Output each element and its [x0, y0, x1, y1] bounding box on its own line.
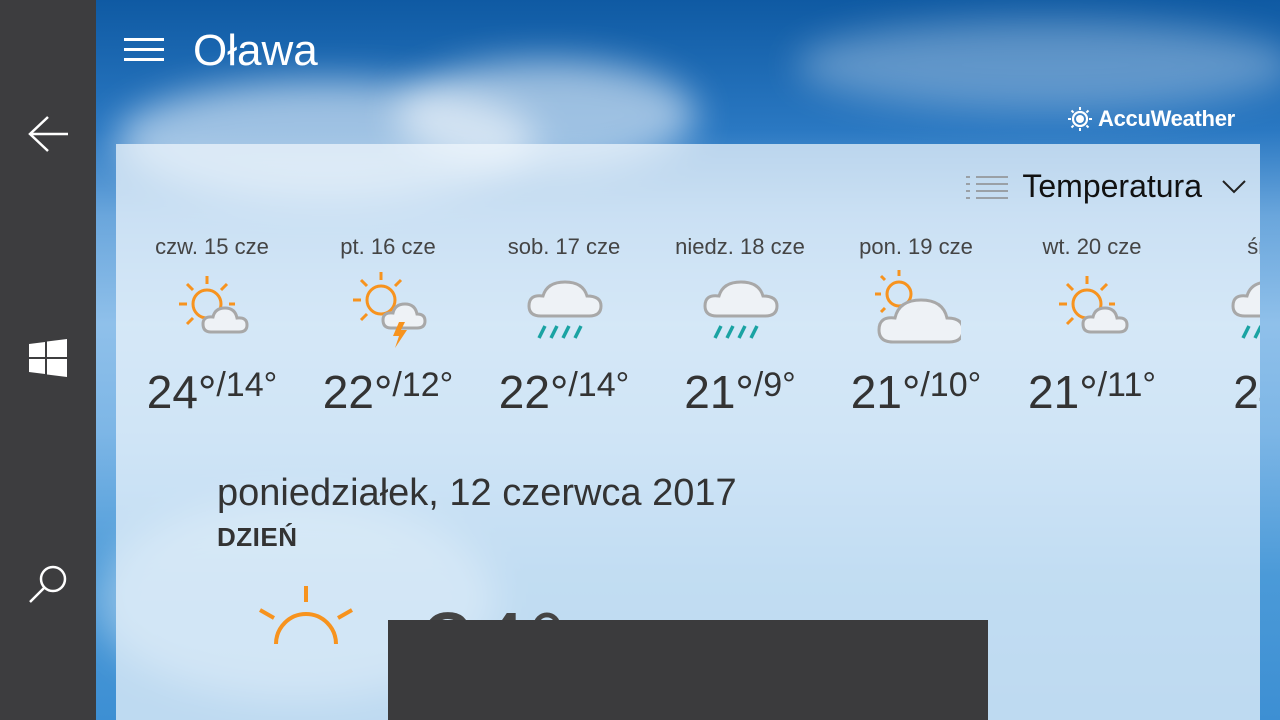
- temp-low: /10°: [920, 366, 982, 404]
- day-label: śr. 2: [1247, 234, 1260, 259]
- forecast-day[interactable]: pon. 19 cze 21°/10°: [828, 234, 1004, 419]
- search-icon: [29, 565, 67, 603]
- day-label: pon. 19 cze: [859, 234, 973, 259]
- day-temps: 22°/14°: [476, 365, 652, 419]
- forecast-day[interactable]: czw. 15 cze 24°/14°: [124, 234, 300, 419]
- forecast-day[interactable]: sob. 17 cze 22°/14°: [476, 234, 652, 419]
- day-label: sob. 17 cze: [507, 234, 621, 259]
- partly-sunny-icon: [179, 276, 249, 334]
- day-label: pt. 16 cze: [340, 234, 436, 259]
- day-temps: 24°: [1180, 365, 1260, 419]
- detail-period: DZIEŃ: [217, 522, 298, 552]
- rain-icon: [527, 280, 603, 339]
- day-label: niedz. 18 cze: [675, 234, 805, 259]
- temp-low: /11°: [1097, 366, 1156, 404]
- day-temps: 21°/9°: [652, 365, 828, 419]
- windows-logo-icon: [29, 339, 67, 377]
- temp-high: 21°: [1028, 366, 1098, 418]
- search-button[interactable]: [0, 536, 96, 632]
- temp-high: 21°: [684, 366, 754, 418]
- temp-low: /12°: [392, 366, 454, 404]
- day-temps: 24°/14°: [124, 365, 300, 419]
- accuweather-sun-icon: [1068, 107, 1092, 131]
- partly-sunny-icon: [1059, 276, 1129, 334]
- list-icon: [966, 175, 1009, 199]
- provider-name: AccuWeather: [1098, 106, 1235, 131]
- sun-thunderstorm-icon: [353, 272, 427, 348]
- day-temps: 21°/11°: [1004, 365, 1180, 419]
- hamburger-menu-icon[interactable]: [124, 38, 164, 64]
- overlay-panel: [388, 620, 988, 720]
- back-arrow-icon: [28, 116, 68, 152]
- metric-selector[interactable]: Temperatura: [966, 168, 1246, 205]
- day-temps: 22°/12°: [300, 365, 476, 419]
- temp-high: 24°: [1233, 366, 1260, 418]
- forecast-day[interactable]: niedz. 18 cze 21°/9°: [652, 234, 828, 419]
- temp-high: 22°: [498, 366, 569, 418]
- mostly-cloudy-icon: [875, 270, 965, 344]
- city-title: Oława: [193, 26, 318, 75]
- rain-icon: [1231, 281, 1260, 339]
- temp-low: /14°: [216, 366, 278, 404]
- temp-low: /14°: [568, 366, 630, 404]
- detail-date: poniedziałek, 12 czerwca 2017: [217, 472, 737, 514]
- home-button[interactable]: [0, 310, 96, 406]
- temp-high: 24°: [146, 366, 217, 418]
- system-nav-bar: [0, 0, 96, 720]
- metric-label: Temperatura: [1022, 168, 1202, 204]
- forecast-day[interactable]: śr. 2 24°: [1180, 234, 1260, 419]
- day-label: czw. 15 cze: [155, 234, 269, 259]
- forecast-day[interactable]: pt. 16 cze 22°/12°: [300, 234, 476, 419]
- back-button[interactable]: [0, 86, 96, 182]
- forecast-day[interactable]: wt. 20 cze 21°/11°: [1004, 234, 1180, 419]
- chevron-down-icon: [1222, 179, 1246, 193]
- temp-high: 21°: [850, 366, 921, 418]
- temp-low: /9°: [753, 366, 796, 404]
- sunny-icon: [259, 586, 353, 644]
- day-label: wt. 20 cze: [1042, 234, 1142, 259]
- day-temps: 21°/10°: [828, 365, 1004, 419]
- temp-high: 22°: [322, 366, 393, 418]
- provider-logo[interactable]: AccuWeather: [1068, 106, 1235, 132]
- rain-icon: [703, 280, 779, 339]
